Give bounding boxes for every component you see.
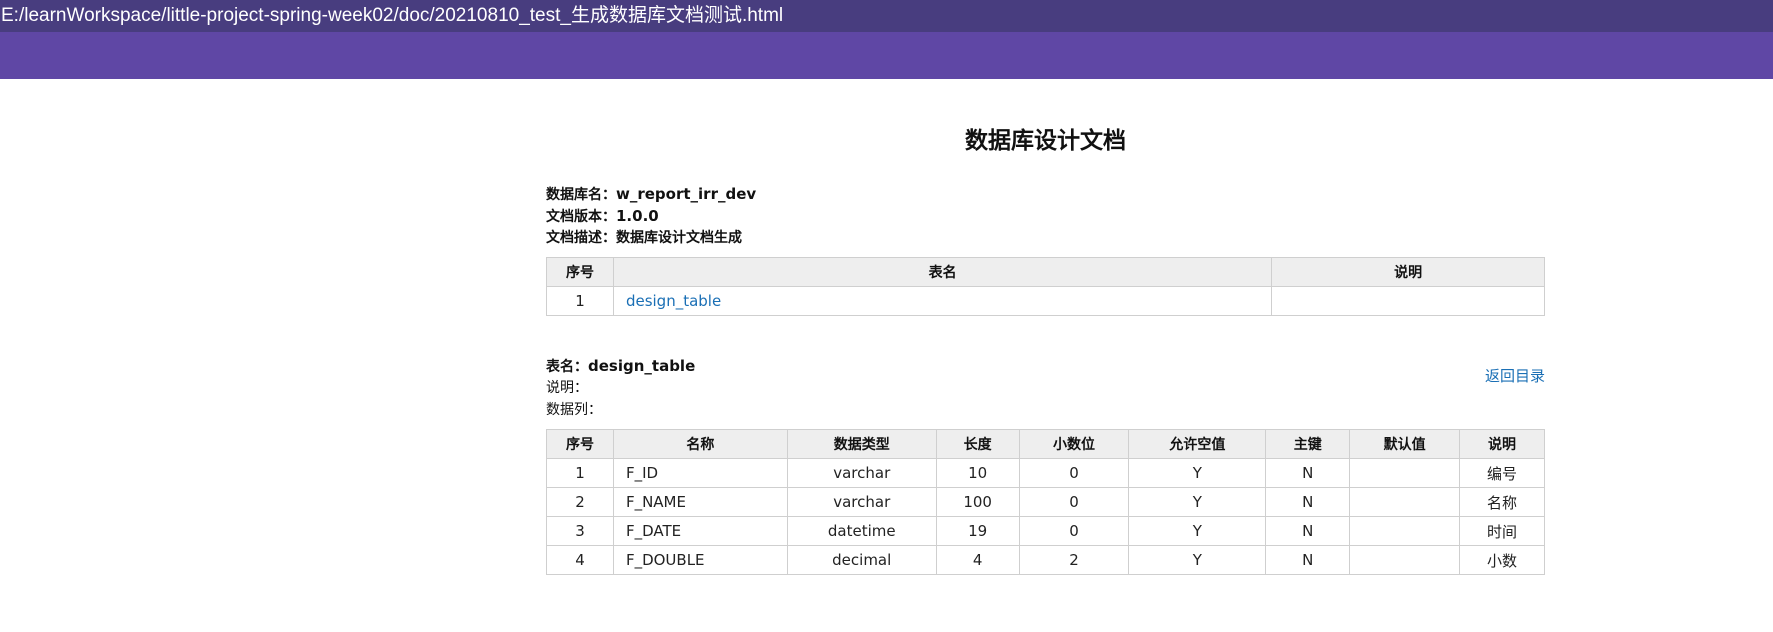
cell-pk: N (1265, 458, 1351, 488)
col-header: 主键 (1265, 429, 1351, 459)
cell-name: F_DATE (612, 516, 788, 546)
version-line: 文档版本：1.0.0 (546, 205, 659, 228)
cell-length: 19 (935, 516, 1020, 546)
cell-scale: 0 (1018, 487, 1130, 517)
desc-value: 数据库设计文档生成 (616, 230, 742, 246)
cell-default (1349, 458, 1461, 488)
toc-comment (1271, 286, 1545, 316)
db-name-line: 数据库名：w_report_irr_dev (546, 183, 756, 206)
version-value: 1.0.0 (616, 207, 659, 225)
col-header: 名称 (612, 429, 788, 459)
cell-name: F_ID (612, 458, 788, 488)
toc-name-cell: design_table (612, 286, 1273, 316)
db-name-value: w_report_irr_dev (616, 185, 757, 203)
db-name-label: 数据库名： (546, 187, 616, 203)
table-name-label: 表名： (546, 359, 588, 375)
cell-no: 4 (546, 545, 614, 575)
cell-length: 10 (935, 458, 1020, 488)
cell-no: 1 (546, 458, 614, 488)
cell-type: varchar (786, 458, 937, 488)
col-header: 允许空值 (1128, 429, 1267, 459)
desc-label: 文档描述： (546, 230, 616, 246)
cell-comment: 小数 (1459, 545, 1545, 575)
col-header: 说明 (1459, 429, 1545, 459)
cell-name: F_DOUBLE (612, 545, 788, 575)
toc-header-row: 序号 表名 说明 (546, 257, 1545, 287)
columns-header-row: 序号 名称 数据类型 长度 小数位 允许空值 主键 默认值 说明 (546, 429, 1545, 459)
cell-pk: N (1265, 516, 1351, 546)
cell-name: F_NAME (612, 487, 788, 517)
toc-header-cell: 序号 (546, 257, 614, 287)
toc-no: 1 (546, 286, 614, 316)
columns-table: 序号 名称 数据类型 长度 小数位 允许空值 主键 默认值 说明 1 F_ID … (546, 429, 1545, 575)
table-comment-label: 说明： (546, 380, 588, 396)
cell-type: datetime (786, 516, 937, 546)
cell-length: 100 (935, 487, 1020, 517)
col-header: 小数位 (1018, 429, 1130, 459)
cell-scale: 0 (1018, 516, 1130, 546)
window-title-bar: E:/learnWorkspace/little-project-spring-… (0, 0, 1773, 32)
cell-no: 2 (546, 487, 614, 517)
cell-nullable: Y (1128, 545, 1267, 575)
columns-label-line: 数据列： (546, 399, 602, 421)
table-row: 1 design_table (546, 286, 1545, 316)
header-band (0, 32, 1773, 79)
table-name-value: design_table (588, 357, 696, 375)
back-to-toc-link[interactable]: 返回目录 (1485, 365, 1545, 386)
cell-default (1349, 516, 1461, 546)
table-name-line: 表名：design_table (546, 355, 695, 378)
toc-header-cell: 表名 (612, 257, 1273, 287)
cell-nullable: Y (1128, 487, 1267, 517)
cell-pk: N (1265, 545, 1351, 575)
toc-header-cell: 说明 (1271, 257, 1545, 287)
cell-scale: 0 (1018, 458, 1130, 488)
cell-length: 4 (935, 545, 1020, 575)
table-comment-line: 说明： (546, 377, 588, 399)
cell-default (1349, 545, 1461, 575)
cell-comment: 时间 (1459, 516, 1545, 546)
toc-table: 序号 表名 说明 1 design_table (546, 257, 1545, 316)
cell-nullable: Y (1128, 458, 1267, 488)
col-header: 长度 (935, 429, 1020, 459)
cell-type: decimal (786, 545, 937, 575)
col-header: 序号 (546, 429, 614, 459)
table-row: 1 F_ID varchar 10 0 Y N 编号 (546, 458, 1545, 488)
cell-type: varchar (786, 487, 937, 517)
cell-scale: 2 (1018, 545, 1130, 575)
table-row: 2 F_NAME varchar 100 0 Y N 名称 (546, 487, 1545, 517)
desc-line: 文档描述：数据库设计文档生成 (546, 227, 742, 249)
cell-comment: 编号 (1459, 458, 1545, 488)
cell-default (1349, 487, 1461, 517)
table-row: 4 F_DOUBLE decimal 4 2 Y N 小数 (546, 545, 1545, 575)
page-title: 数据库设计文档 (965, 128, 1126, 154)
col-header: 默认值 (1349, 429, 1461, 459)
columns-label: 数据列： (546, 402, 602, 418)
toc-table-link[interactable]: design_table (626, 292, 721, 310)
cell-no: 3 (546, 516, 614, 546)
cell-comment: 名称 (1459, 487, 1545, 517)
cell-pk: N (1265, 487, 1351, 517)
col-header: 数据类型 (786, 429, 937, 459)
table-row: 3 F_DATE datetime 19 0 Y N 时间 (546, 516, 1545, 546)
version-label: 文档版本： (546, 209, 616, 225)
cell-nullable: Y (1128, 516, 1267, 546)
